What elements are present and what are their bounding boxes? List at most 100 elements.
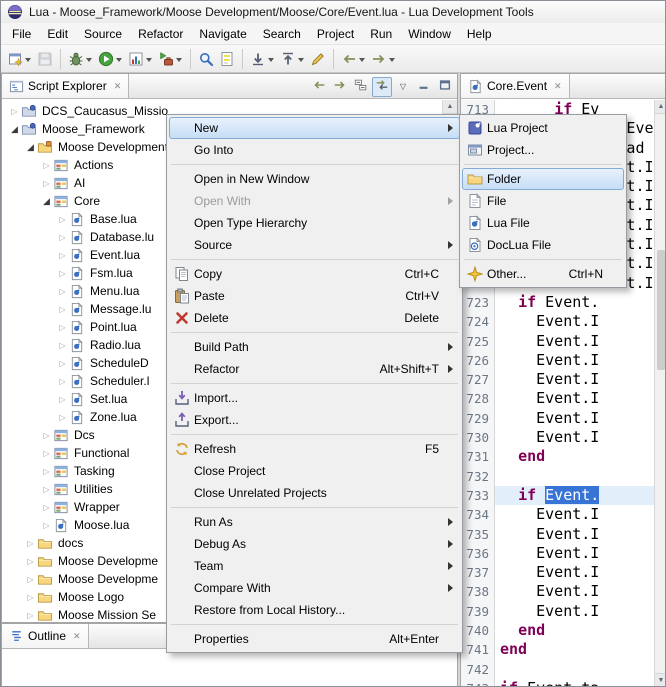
collapse-all-button[interactable] [351, 77, 371, 97]
context-menu-item-run-as[interactable]: Run As [169, 511, 460, 533]
scroll-down-icon[interactable]: ▼ [655, 673, 666, 687]
new-submenu-item-folder[interactable]: Folder [462, 168, 624, 190]
menubar-item-edit[interactable]: Edit [39, 23, 76, 44]
expander-collapsed-icon[interactable]: ▷ [40, 449, 53, 458]
dropdown-arrow-icon[interactable] [146, 58, 152, 65]
expander-collapsed-icon[interactable]: ▷ [56, 269, 69, 278]
code-text[interactable]: Event.I [495, 505, 654, 524]
expander-collapsed-icon[interactable]: ▷ [24, 575, 37, 584]
external-tools-button[interactable] [156, 47, 185, 71]
context-menu-item-debug-as[interactable]: Debug As [169, 533, 460, 555]
line-number[interactable]: 725 [461, 332, 495, 351]
code-text[interactable]: end [495, 640, 654, 659]
prev-annotation-button[interactable] [278, 47, 307, 71]
expander-collapsed-icon[interactable]: ▷ [56, 413, 69, 422]
line-number[interactable]: 732 [461, 467, 495, 486]
search-button[interactable] [196, 47, 216, 71]
expander-collapsed-icon[interactable]: ▷ [8, 107, 21, 116]
expander-collapsed-icon[interactable]: ▷ [56, 395, 69, 404]
menubar-item-file[interactable]: File [4, 23, 39, 44]
context-menu-item-properties[interactable]: PropertiesAlt+Enter [169, 628, 460, 650]
menubar-item-navigate[interactable]: Navigate [191, 23, 254, 44]
expander-collapsed-icon[interactable]: ▷ [40, 521, 53, 530]
dropdown-arrow-icon[interactable] [268, 58, 274, 65]
expander-collapsed-icon[interactable]: ▷ [24, 611, 37, 620]
new-submenu-item-other[interactable]: Other...Ctrl+N [462, 263, 624, 285]
code-text[interactable]: Event.I [495, 351, 654, 370]
scroll-up-icon[interactable]: ▲ [655, 100, 666, 114]
code-text[interactable]: Event.I [495, 312, 654, 331]
line-number[interactable]: 736 [461, 544, 495, 563]
forward-button[interactable] [330, 77, 350, 97]
dropdown-arrow-icon[interactable] [359, 58, 365, 65]
line-number[interactable]: 735 [461, 525, 495, 544]
expander-collapsed-icon[interactable]: ▷ [40, 161, 53, 170]
menubar-item-window[interactable]: Window [400, 23, 459, 44]
expander-expanded-icon[interactable]: ◢ [24, 142, 37, 153]
line-number[interactable]: 723 [461, 293, 495, 312]
expander-collapsed-icon[interactable]: ▷ [56, 323, 69, 332]
line-number[interactable]: 730 [461, 428, 495, 447]
run-button[interactable] [96, 47, 125, 71]
context-menu-item-export[interactable]: Export... [169, 409, 460, 431]
line-number[interactable]: 740 [461, 621, 495, 640]
code-text[interactable]: if Event.ta [495, 679, 654, 687]
line-number[interactable]: 729 [461, 409, 495, 428]
line-number[interactable]: 726 [461, 351, 495, 370]
expander-collapsed-icon[interactable]: ▷ [40, 467, 53, 476]
expander-collapsed-icon[interactable]: ▷ [40, 431, 53, 440]
code-text[interactable]: Event.I [495, 409, 654, 428]
view-menu-button[interactable]: ▽ [393, 77, 413, 97]
expander-collapsed-icon[interactable]: ▷ [24, 593, 37, 602]
context-menu-item-copy[interactable]: CopyCtrl+C [169, 263, 460, 285]
menubar-item-project[interactable]: Project [309, 23, 362, 44]
profile-button[interactable] [126, 47, 155, 71]
code-text[interactable]: Event.I [495, 582, 654, 601]
line-number[interactable]: 724 [461, 312, 495, 331]
dropdown-arrow-icon[interactable] [116, 58, 122, 65]
line-number[interactable]: 731 [461, 447, 495, 466]
back-button[interactable] [339, 47, 368, 71]
forward-button[interactable] [369, 47, 398, 71]
line-number[interactable]: 734 [461, 505, 495, 524]
context-menu-item-refactor[interactable]: RefactorAlt+Shift+T [169, 358, 460, 380]
code-text[interactable]: Event.I [495, 544, 654, 563]
context-menu-item-source[interactable]: Source [169, 234, 460, 256]
line-number[interactable]: 739 [461, 602, 495, 621]
expander-collapsed-icon[interactable]: ▷ [56, 251, 69, 260]
code-text[interactable]: if Event. [495, 486, 654, 505]
dropdown-arrow-icon[interactable] [176, 58, 182, 65]
close-icon[interactable]: ✕ [554, 81, 562, 92]
code-text[interactable]: Event.I [495, 428, 654, 447]
next-annotation-button[interactable] [248, 47, 277, 71]
expander-collapsed-icon[interactable]: ▷ [56, 305, 69, 314]
code-text[interactable] [495, 660, 654, 679]
context-menu-item-paste[interactable]: PasteCtrl+V [169, 285, 460, 307]
close-icon[interactable]: ✕ [73, 631, 81, 642]
line-number[interactable]: 728 [461, 389, 495, 408]
expander-collapsed-icon[interactable]: ▷ [56, 359, 69, 368]
scroll-up-icon[interactable]: ▲ [443, 100, 457, 114]
last-edit-button[interactable] [308, 47, 328, 71]
expander-collapsed-icon[interactable]: ▷ [56, 287, 69, 296]
context-menu-item-build-path[interactable]: Build Path [169, 336, 460, 358]
context-menu-item-open-in-new-window[interactable]: Open in New Window [169, 168, 460, 190]
context-menu-item-compare-with[interactable]: Compare With [169, 577, 460, 599]
expander-collapsed-icon[interactable]: ▷ [40, 503, 53, 512]
code-text[interactable]: Event.I [495, 389, 654, 408]
line-number[interactable]: 738 [461, 582, 495, 601]
menubar-item-run[interactable]: Run [362, 23, 400, 44]
context-menu-item-refresh[interactable]: RefreshF5 [169, 438, 460, 460]
close-icon[interactable]: ✕ [114, 81, 122, 92]
menubar-item-help[interactable]: Help [459, 23, 500, 44]
context-menu-item-open-type-hierarchy[interactable]: Open Type Hierarchy [169, 212, 460, 234]
new-submenu-item-file[interactable]: File [462, 190, 624, 212]
context-menu-item-go-into[interactable]: Go Into [169, 139, 460, 161]
expander-collapsed-icon[interactable]: ▷ [24, 539, 37, 548]
line-number[interactable]: 727 [461, 370, 495, 389]
context-menu-item-close-project[interactable]: Close Project [169, 460, 460, 482]
code-text[interactable] [495, 467, 654, 486]
dropdown-arrow-icon[interactable] [298, 58, 304, 65]
code-text[interactable]: Event.I [495, 525, 654, 544]
maximize-button[interactable] [435, 77, 455, 97]
